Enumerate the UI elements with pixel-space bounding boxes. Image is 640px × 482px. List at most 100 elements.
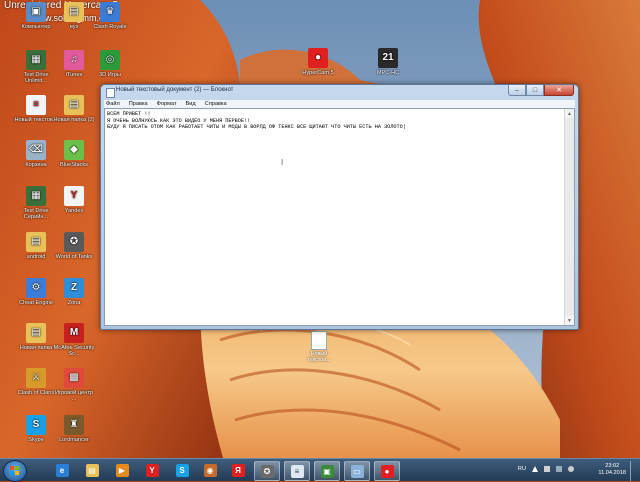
hypercam-icon: ● xyxy=(308,48,328,68)
taskbar-item-notepad[interactable]: ≡ xyxy=(284,461,310,481)
notepad-icon xyxy=(106,88,115,98)
new-text-icon: ≡ xyxy=(26,95,46,115)
clock[interactable]: 23:02 11.04.2018 xyxy=(598,463,626,477)
desktop-icon-label: Zona xyxy=(67,300,81,306)
taskbar-item-hypercam[interactable]: ● xyxy=(374,461,400,481)
wot-icon: ✪ xyxy=(260,464,274,478)
editor-text[interactable]: ВСЕМ ПРИВЕТ !! Я ОЧЕНЬ ВОЛНУЮСЬ КАК ЭТО … xyxy=(107,111,562,131)
menu-edit[interactable]: Правка xyxy=(127,101,148,107)
mpc-hc-icon: 21 xyxy=(378,48,398,68)
close-button[interactable]: ✕ xyxy=(544,85,574,96)
new-folder-icon: ▤ xyxy=(26,323,46,343)
taskbar-item-explorer-ie[interactable]: e xyxy=(50,461,74,479)
world-of-tanks-icon: ✪ xyxy=(64,232,84,252)
test-drive-unlimited-icon: ▦ xyxy=(26,50,46,70)
notepad-window[interactable]: Новый текстовый документ (2) — Блокнот –… xyxy=(100,84,579,330)
taskbar-item-monitor[interactable]: ▣ xyxy=(314,461,340,481)
desktop-icon-label: Clash Royale xyxy=(93,24,127,30)
clock-date: 11.04.2018 xyxy=(598,470,626,476)
taskbar-item-wot[interactable]: ✪ xyxy=(254,461,280,481)
cheat-engine-icon: ⚙ xyxy=(26,278,46,298)
bluestacks-icon: ◆ xyxy=(64,140,84,160)
desktop-icon-label: Yandex xyxy=(64,208,84,214)
desktop-icon-game-center[interactable]: ▩ Игровой центр ... xyxy=(52,368,96,403)
desktop-icon-label: Новая папка (2) xyxy=(53,117,95,123)
explorer-ie-icon: e xyxy=(55,463,69,477)
network-icon[interactable] xyxy=(556,466,562,472)
desktop-icon-hypercam[interactable]: ● HyperCam 5 xyxy=(296,48,340,76)
clash-royale-icon: ♛ xyxy=(100,2,120,22)
menu-bar: Файл Правка Формат Вид Справка xyxy=(104,100,575,108)
volume-icon[interactable] xyxy=(568,466,574,472)
menu-format[interactable]: Формат xyxy=(155,101,177,107)
clock-time: 23:02 xyxy=(605,463,620,469)
windows-logo-icon xyxy=(10,466,20,476)
clash-of-clans-icon: ⚔ xyxy=(26,368,46,388)
desktop-icon-bluestacks[interactable]: ◆ BlueStacks xyxy=(52,140,96,168)
3d-icon: ◎ xyxy=(100,50,120,70)
text-editor[interactable]: ВСЕМ ПРИВЕТ !! Я ОЧЕНЬ ВОЛНУЮСЬ КАК ЭТО … xyxy=(104,108,575,326)
flag-icon[interactable] xyxy=(544,466,550,472)
text-file-icon xyxy=(311,331,327,350)
show-hidden-icons-icon[interactable] xyxy=(532,466,538,472)
taskbar-item-folders[interactable]: ▤ xyxy=(80,461,104,479)
taskbar-item-yandex[interactable]: Y xyxy=(140,461,164,479)
desktop-icon-mcafee[interactable]: M McAfee Security Sc... xyxy=(52,323,96,358)
desktop-icon-label: BlueStacks xyxy=(60,162,88,168)
desktop-file-icon[interactable]: Новый текстов... xyxy=(302,331,336,363)
language-indicator[interactable]: RU xyxy=(518,466,526,472)
taskbar-item-media[interactable]: ▶ xyxy=(110,461,134,479)
desktop-icon-lordmancer[interactable]: ♜ Lordmancer xyxy=(52,415,96,443)
media-icon: ▶ xyxy=(115,463,129,477)
minimize-button[interactable]: – xyxy=(508,85,526,96)
vertical-scrollbar[interactable]: ▲ ▼ xyxy=(564,109,574,325)
window-icon: ▭ xyxy=(350,464,364,478)
desktop-icon-label: HyperCam 5 xyxy=(302,70,334,76)
game-center-icon: ▩ xyxy=(64,368,84,388)
yandex-icon: Y xyxy=(64,186,84,206)
desktop-icon-yandex[interactable]: Y Yandex xyxy=(52,186,96,214)
notepad-icon: ≡ xyxy=(290,464,304,478)
desktop-icon-mpc-hc[interactable]: 21 MPC-HC xyxy=(366,48,410,76)
new-folder-2-icon: ▤ xyxy=(64,95,84,115)
desktop-icon-clash-royale[interactable]: ♛ Clash Royale xyxy=(88,2,132,30)
folders-icon: ▤ xyxy=(85,463,99,477)
desktop-icon-3d[interactable]: ◎ 3D Игры xyxy=(88,50,132,78)
monitor-icon: ▣ xyxy=(320,464,334,478)
desktop-icon-world-of-tanks[interactable]: ✪ World of Tanks xyxy=(52,232,96,260)
taskbar-item-game[interactable]: ◉ xyxy=(198,461,222,479)
android-icon: ▤ xyxy=(26,232,46,252)
desktop-file-label: Новый текстов... xyxy=(307,351,331,363)
hypercam-icon: ● xyxy=(380,464,394,478)
desktop-icon-zona[interactable]: Z Zona xyxy=(52,278,96,306)
desktop-icon-new-folder-2[interactable]: ▤ Новая папка (2) xyxy=(52,95,96,123)
window-controls: – □ ✕ xyxy=(508,85,574,96)
computer-icon: ▣ xyxy=(26,2,46,22)
desktop-icon-label: Lordmancer xyxy=(59,437,89,443)
start-button[interactable] xyxy=(3,460,27,482)
text-cursor-icon: I xyxy=(281,158,284,167)
lordmancer-icon: ♜ xyxy=(64,415,84,435)
taskbar-item-window[interactable]: ▭ xyxy=(344,461,370,481)
maximize-button[interactable]: □ xyxy=(526,85,544,96)
recycle-bin-icon: ⌫ xyxy=(26,140,46,160)
show-desktop-button[interactable] xyxy=(630,461,636,481)
menu-help[interactable]: Справка xyxy=(203,101,227,107)
desktop-icon-label: McAfee Security Sc... xyxy=(53,345,95,358)
taskbar-item-yandex-2[interactable]: Я xyxy=(226,461,250,479)
desktop-icon-label: World of Tanks xyxy=(55,254,93,260)
desktop-icon-label: Игровой центр ... xyxy=(55,390,93,403)
menu-file[interactable]: Файл xyxy=(104,101,120,107)
window-title: Новый текстовый документ (2) — Блокнот xyxy=(116,87,234,93)
zona-icon: Z xyxy=(64,278,84,298)
menu-view[interactable]: Вид xyxy=(184,101,196,107)
yandex-2-icon: Я xyxy=(231,463,245,477)
scroll-up-icon[interactable]: ▲ xyxy=(565,109,574,118)
taskbar: e ▤ ▶ Y S ◉ Я ✪ ≡ ▣ ▭ ● RU 23:02 11.04.2018 xyxy=(0,458,640,482)
skype-icon: S xyxy=(26,415,46,435)
scroll-down-icon[interactable]: ▼ xyxy=(565,316,574,325)
window-titlebar[interactable]: Новый текстовый документ (2) — Блокнот –… xyxy=(101,85,578,99)
desktop-icon-label: 3D Игры xyxy=(99,72,121,78)
mcafee-icon: M xyxy=(64,323,84,343)
taskbar-item-skype[interactable]: S xyxy=(170,461,194,479)
